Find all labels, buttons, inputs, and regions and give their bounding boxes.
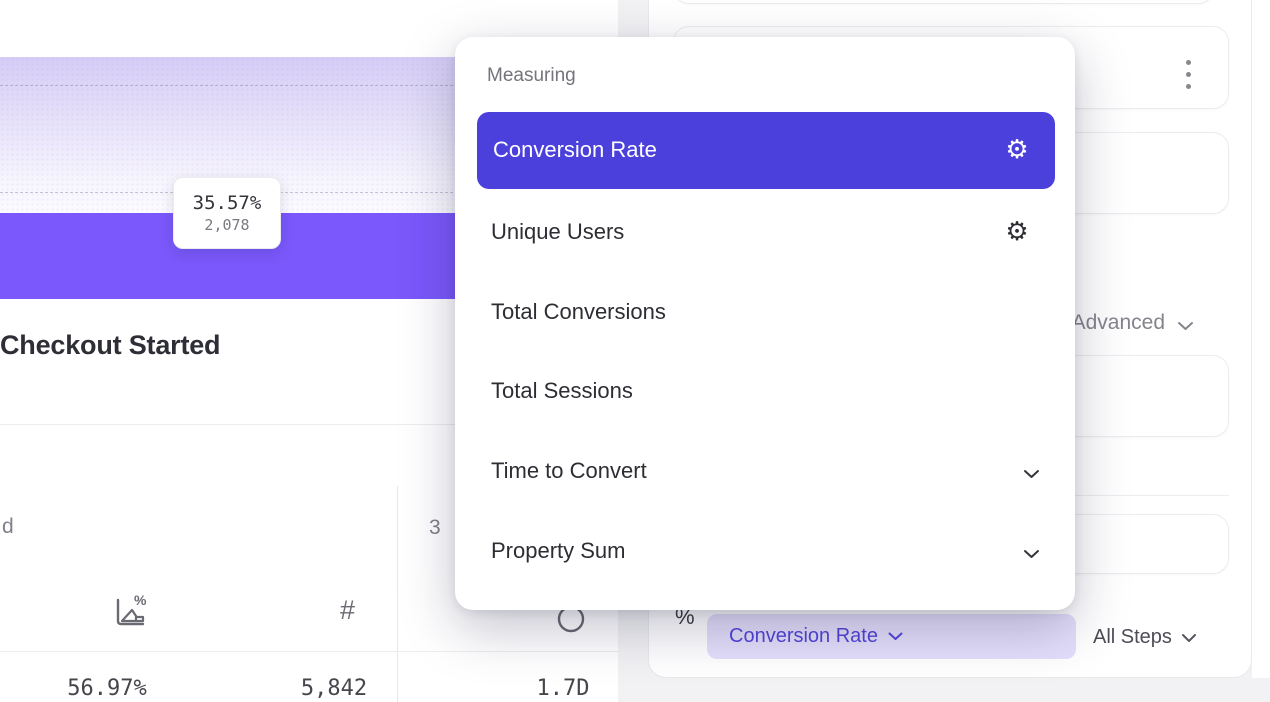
measuring-metric-label: Conversion Rate [729, 625, 878, 648]
kebab-menu-icon[interactable] [1186, 60, 1191, 89]
menu-item-property-sum[interactable]: Property Sum [491, 536, 626, 566]
gear-icon[interactable]: ⚙ [1002, 217, 1032, 247]
menu-item-label: Conversion Rate [493, 135, 657, 165]
menu-item-unique-users[interactable]: Unique Users [491, 217, 624, 247]
chevron-down-icon[interactable] [1177, 318, 1194, 336]
tooltip-conversion-rate: 35.57% [193, 192, 262, 214]
bar-tooltip: 35.57% 2,078 [173, 177, 281, 249]
table-step-header: 3 [429, 516, 441, 540]
svg-text:%: % [134, 594, 147, 608]
menu-header: Measuring [487, 65, 576, 87]
table-column-divider [397, 486, 398, 702]
metric-value-time: 1.7D [493, 676, 633, 701]
page-background [618, 678, 1270, 702]
menu-item-total-conversions[interactable]: Total Conversions [491, 297, 666, 327]
chevron-down-icon [1181, 633, 1197, 643]
metric-value-conversion-rate: 56.97% [37, 676, 177, 701]
steps-scope-label: All Steps [1093, 626, 1172, 649]
measuring-metric-dropdown[interactable]: Conversion Rate [707, 614, 1076, 659]
steps-scope-dropdown[interactable]: All Steps [1093, 626, 1197, 649]
menu-item-conversion-rate[interactable]: Conversion Rate ⚙ [477, 112, 1055, 189]
chevron-down-icon[interactable] [1023, 546, 1040, 564]
measuring-dropdown-menu: Measuring Conversion Rate ⚙ Unique Users… [455, 37, 1075, 610]
conversion-rate-icon[interactable]: % [112, 594, 150, 633]
gear-icon[interactable]: ⚙ [1002, 135, 1032, 165]
menu-item-time-to-convert[interactable]: Time to Convert [491, 456, 647, 486]
count-icon[interactable]: # [340, 595, 355, 626]
builder-step-row[interactable] [673, 0, 1214, 4]
chevron-down-icon[interactable] [1023, 466, 1040, 484]
metric-value-count: 5,842 [264, 676, 404, 701]
funnel-step-label: Checkout Started [0, 330, 220, 361]
menu-item-total-sessions[interactable]: Total Sessions [491, 376, 633, 406]
table-step-header: d [2, 515, 14, 539]
page-background [1252, 0, 1270, 678]
tooltip-count: 2,078 [204, 216, 249, 234]
chevron-down-icon [888, 632, 903, 641]
table-row-divider [0, 651, 618, 652]
